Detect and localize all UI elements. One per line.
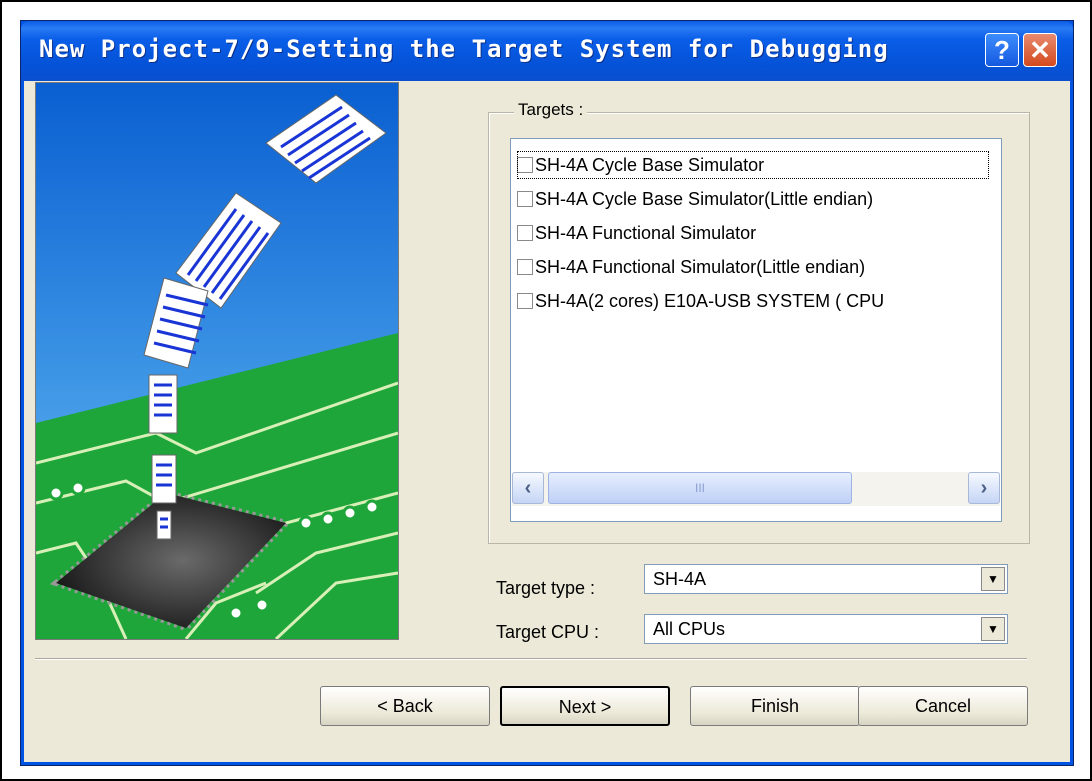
target-checkbox[interactable] [517,259,533,275]
button-separator [35,658,1027,660]
target-cpu-select[interactable]: All CPUs ▼ [644,614,1008,644]
target-item-label: SH-4A Cycle Base Simulator [535,154,765,175]
scroll-right-button[interactable]: › [968,472,1000,504]
target-checkbox[interactable] [517,157,533,173]
target-type-select[interactable]: SH-4A ▼ [644,564,1008,594]
targets-horizontal-scrollbar[interactable]: ‹ III › [512,472,1000,506]
targets-list[interactable]: SH-4A Cycle Base Simulator SH-4A Cycle B… [510,138,1002,522]
close-button[interactable]: ✕ [1023,33,1057,67]
title-bar[interactable]: New Project-7/9-Setting the Target Syste… [21,21,1073,81]
target-checkbox[interactable] [517,225,533,241]
chevron-down-icon[interactable]: ▼ [981,567,1005,591]
wizard-illustration [35,82,399,640]
target-checkbox[interactable] [517,191,533,207]
target-item[interactable]: SH-4A Cycle Base Simulator [517,151,989,179]
target-item-label: SH-4A Functional Simulator [535,222,757,243]
targets-label: Targets : [514,100,588,120]
target-item-label: SH-4A Cycle Base Simulator(Little endian… [535,188,874,209]
scroll-thumb[interactable]: III [548,472,852,504]
target-cpu-value: All CPUs [653,619,726,639]
target-item-label: SH-4A(2 cores) E10A-USB SYSTEM ( CPU [535,290,885,311]
help-button[interactable]: ? [985,33,1019,67]
target-item[interactable]: SH-4A Cycle Base Simulator(Little endian… [517,185,873,213]
scroll-left-button[interactable]: ‹ [512,472,544,504]
cancel-button[interactable]: Cancel [858,686,1028,726]
dialog-title: New Project-7/9-Setting the Target Syste… [39,35,889,63]
target-item[interactable]: SH-4A Functional Simulator [517,219,756,247]
target-cpu-label: Target CPU : [496,622,600,642]
finish-button[interactable]: Finish [690,686,860,726]
target-type-value: SH-4A [653,569,707,589]
target-checkbox[interactable] [517,293,533,309]
chevron-down-icon[interactable]: ▼ [981,617,1005,641]
target-item[interactable]: SH-4A(2 cores) E10A-USB SYSTEM ( CPU [517,287,884,315]
next-button[interactable]: Next > [500,686,670,726]
target-item-label: SH-4A Functional Simulator(Little endian… [535,256,866,277]
target-type-label: Target type : [496,578,596,598]
target-item[interactable]: SH-4A Functional Simulator(Little endian… [517,253,865,281]
back-button[interactable]: < Back [320,686,490,726]
